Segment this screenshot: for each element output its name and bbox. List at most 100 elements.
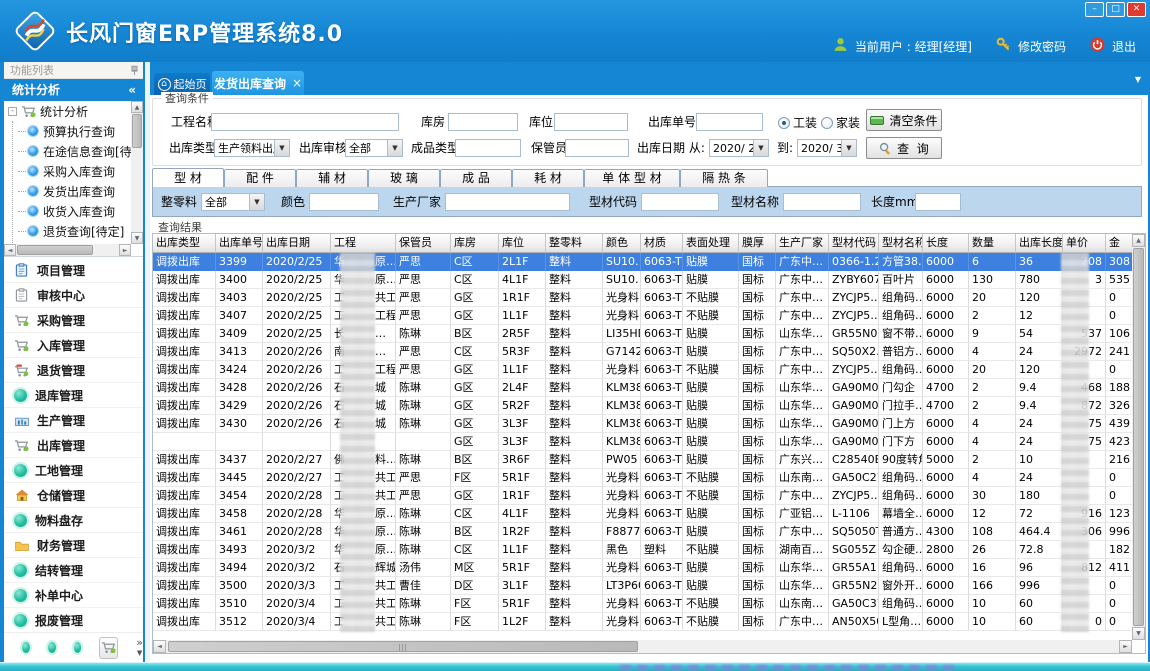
profile-code-input[interactable] [641,193,719,211]
column-header[interactable]: 型材代码 [829,234,879,253]
table-vertical-scrollbar[interactable]: ▲ ▼ [1132,234,1145,640]
order-no-input[interactable] [696,113,763,131]
more-chevrons[interactable]: »▼ [136,638,143,658]
column-header[interactable]: 生产厂家 [776,234,829,253]
search-button[interactable]: 查 询 [866,137,942,159]
column-header[interactable]: 颜色 [603,234,641,253]
column-header[interactable]: 数量 [969,234,1016,253]
radio-work-clothes[interactable]: 工装 [778,114,817,131]
table-row[interactable]: 调拨出库34072020/2/25工工程严思G区1L1F整料光身料6063-T5… [153,307,1132,325]
radio-home-decoration[interactable]: 家装 [821,114,860,131]
dot-icon[interactable] [74,642,82,653]
table-row[interactable]: 调拨出库34132020/2/26南…严思C区5R3F整料G714226063-… [153,343,1132,361]
table-row[interactable]: 调拨出库34032020/2/25工共工程严思G区1R1F整料光身料6063-T… [153,289,1132,307]
sidebar-item[interactable]: 出库管理 [4,433,143,458]
scroll-thumb[interactable] [168,641,638,652]
table-row[interactable]: 调拨出库34242020/2/26工工程严思G区1L1F整料光身料6063-T5… [153,361,1132,379]
minimize-button[interactable]: – [1085,2,1104,17]
column-header[interactable]: 库房 [451,234,499,253]
sidebar-item[interactable]: 退库管理 [4,383,143,408]
sidebar-item[interactable]: 项目管理 [4,258,143,283]
scroll-right-icon[interactable]: ► [119,244,131,256]
scroll-thumb[interactable] [1133,248,1144,626]
expander-icon[interactable]: - [8,107,17,116]
tree-item[interactable]: 收货入库查询 [4,201,143,221]
tree-item[interactable]: 发货出库查询 [4,181,143,201]
tree-item[interactable]: 在途信息查询[待 [4,141,143,161]
column-header[interactable]: 膜厚 [739,234,776,253]
column-header[interactable]: 表面处理 [683,234,739,253]
column-header[interactable]: 整零料 [546,234,603,253]
location-input[interactable] [554,113,628,131]
column-header[interactable]: 长度 [923,234,969,253]
column-header[interactable]: 库位 [499,234,546,253]
column-header[interactable]: 出库单号 [216,234,263,253]
sidebar-section-header[interactable]: 统计分析 « [4,79,143,101]
column-header[interactable]: 出库日期 [263,234,331,253]
warehouse-input[interactable] [448,113,518,131]
manufacturer-input[interactable] [445,193,570,211]
material-tab[interactable]: 配 件 [224,169,296,187]
material-tab[interactable]: 型 材 [152,168,224,187]
material-tab[interactable]: 耗 材 [512,169,584,187]
sidebar-item[interactable]: 结转管理 [4,558,143,583]
sidebar-item[interactable]: 采购管理 [4,308,143,333]
change-password-link[interactable]: 修改密码 [1018,38,1066,55]
clear-conditions-button[interactable]: 清空条件 [866,109,942,131]
sidebar-item[interactable]: 工地管理 [4,458,143,483]
column-header[interactable]: 材质 [641,234,683,253]
table-row[interactable]: 调拨出库35002020/3/3工共工程曹佳D区3L1F整料LT3P606063… [153,577,1132,595]
column-header[interactable]: 出库类型 [153,234,216,253]
sidebar-item[interactable]: 入库管理 [4,333,143,358]
collapse-icon[interactable]: « [128,79,136,101]
sidebar-item[interactable]: 财务管理 [4,533,143,558]
cart-button[interactable] [99,637,118,659]
table-row[interactable]: 调拨出库34452020/2/27工共工程严思F区5R1F整料光身料6063-T… [153,469,1132,487]
material-tab[interactable]: 成 品 [440,169,512,187]
maximize-button[interactable]: □ [1106,2,1125,17]
sidebar-item[interactable]: 退货管理 [4,358,143,383]
date-to-picker[interactable]: 2020/ 3/16▼ [797,139,857,157]
dot-icon[interactable] [48,642,56,653]
tree-horizontal-scrollbar[interactable]: ◄ ► [4,244,131,256]
table-row[interactable]: G区3L3F整料KLM38176063-T5贴膜国标山东华…GA90M09.门下… [153,433,1132,451]
table-row[interactable]: 调拨出库34582020/2/28华原…陈琳C区4L1F整料光身料6063-T5… [153,505,1132,523]
color-input[interactable] [309,193,379,211]
sidebar-item[interactable]: 审核中心 [4,283,143,308]
scroll-left-icon[interactable]: ◄ [153,640,166,653]
product-type-input[interactable] [455,139,521,157]
scroll-up-icon[interactable]: ▲ [131,101,143,113]
close-button[interactable]: ✕ [1127,2,1146,17]
scroll-left-icon[interactable]: ◄ [4,244,16,256]
table-row[interactable]: 调拨出库34092020/2/25长…陈琳B区2R5F整料LI35HD6063-… [153,325,1132,343]
table-row[interactable]: 调拨出库34612020/2/28华原…陈琳B区1R2F整料F8877FT606… [153,523,1132,541]
date-from-picker[interactable]: 2020/ 2/16▼ [709,139,769,157]
material-tab[interactable]: 隔 热 条 [680,169,768,187]
sidebar-item[interactable]: 生产管理 [4,408,143,433]
table-row[interactable]: 调拨出库34932020/3/2华原…陈琳C区1L1F整料黑色塑料不贴膜国标湖南… [153,541,1132,559]
table-row[interactable]: 调拨出库34372020/2/27佛料…陈琳B区3R6F整料PW056063-T… [153,451,1132,469]
scroll-up-icon[interactable]: ▲ [1132,234,1145,247]
scroll-down-icon[interactable]: ▼ [131,232,143,244]
column-header[interactable]: 单价 [1063,234,1106,253]
profile-name-input[interactable] [783,193,861,211]
column-header[interactable]: 出库长度 [1016,234,1063,253]
table-horizontal-scrollbar[interactable]: ◄ ► [153,640,1132,653]
column-header[interactable]: 型材名称 [879,234,923,253]
logout-link[interactable]: 退出 [1112,38,1136,55]
outbound-type-select[interactable]: 生产领料出库▼ [214,139,290,157]
column-header[interactable]: 金 [1106,234,1132,253]
pin-icon[interactable] [131,65,138,76]
table-row[interactable]: 调拨出库34292020/2/26石城陈琳G区5R2F整料KLM38176063… [153,397,1132,415]
table-row[interactable]: 调拨出库33992020/2/25华原…严思C区2L1F整料SU10…6063-… [153,253,1132,271]
scroll-thumb[interactable] [132,114,142,148]
sidebar-item[interactable]: 物料盘存 [4,508,143,533]
tree-vertical-scrollbar[interactable]: ▲ ▼ [131,101,143,244]
scroll-thumb[interactable] [17,245,93,255]
table-row[interactable]: 调拨出库35122020/3/4工共工程陈琳F区1L2F整料光身料6063-T5… [153,613,1132,631]
tree-root[interactable]: - 统计分析 [4,101,143,121]
material-tab[interactable]: 玻 璃 [368,169,440,187]
table-row[interactable]: 调拨出库35102020/3/4工共工程陈琳F区5R1F整料光身料6063-T5… [153,595,1132,613]
close-tab-icon[interactable]: × [292,76,302,90]
tab-shipping-query[interactable]: 发货出库查询 × [212,71,304,95]
